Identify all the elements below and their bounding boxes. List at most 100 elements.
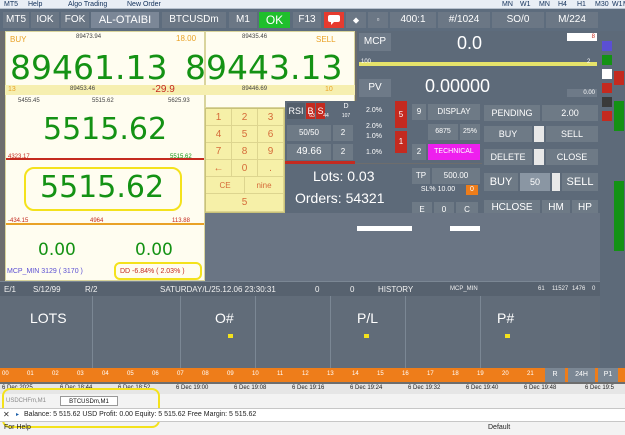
toolbar-item[interactable]: MN — [539, 0, 550, 9]
display-block: 9 DISPLAY 6875 25% 2 TECHNICAL — [410, 101, 482, 163]
hour-label: 20 — [502, 371, 509, 377]
color-swatch[interactable] — [602, 41, 612, 51]
key-0[interactable]: 0 — [232, 160, 258, 177]
white-bar-1 — [357, 226, 412, 231]
toolbar-item[interactable]: M30 — [595, 0, 609, 9]
key-7[interactable]: 7 — [206, 143, 232, 160]
delete-close-spacer — [534, 149, 544, 165]
24h-button[interactable]: 24H — [568, 368, 595, 382]
fok-button[interactable]: FOK — [61, 12, 89, 28]
sell-right-value: 10 — [325, 86, 333, 93]
symbol-selector[interactable]: BTCUSDm — [162, 12, 226, 28]
history-button[interactable]: HISTORY — [378, 282, 413, 297]
buy-sell-spacer — [534, 126, 544, 142]
key-4[interactable]: 4 — [206, 126, 232, 143]
value-49: 49.66 — [287, 144, 331, 160]
buy-button[interactable]: BUY — [484, 126, 532, 142]
toolbar-item[interactable]: W1 — [612, 0, 623, 9]
key-3[interactable]: 3 — [258, 109, 284, 126]
white-bar-2 — [450, 226, 480, 231]
toolbar-item[interactable]: MT5 — [4, 0, 18, 9]
sell-button-2[interactable]: SELL — [562, 173, 598, 191]
key-2[interactable]: 2 — [232, 109, 258, 126]
hour-label: 10 — [252, 371, 259, 377]
key-nine[interactable]: nine — [245, 177, 284, 194]
key-ce[interactable]: CE — [206, 177, 245, 194]
hour-label: 04 — [102, 371, 109, 377]
close-icon[interactable]: ✕ — [3, 410, 10, 419]
buy-lot-value[interactable]: 50 — [520, 173, 550, 191]
color-swatch[interactable] — [602, 97, 612, 107]
key-9[interactable]: 9 — [258, 143, 284, 160]
key-backspace[interactable]: ← — [206, 160, 232, 177]
color-swatch[interactable] — [614, 71, 624, 85]
key-8[interactable]: 8 — [232, 143, 258, 160]
sell-price[interactable]: 89443.13 — [185, 48, 342, 87]
stat-s1: 5455.45 — [18, 98, 40, 104]
fifty-fifty[interactable]: 50/50 — [287, 125, 331, 141]
message-icon[interactable] — [324, 12, 344, 28]
toolbar-item[interactable]: Help — [28, 0, 42, 9]
pct-red-1[interactable]: 1 — [395, 131, 407, 153]
technical-button[interactable]: TECHNICAL — [428, 144, 480, 160]
square-icon[interactable]: ▫ — [368, 12, 388, 28]
toolbar-item[interactable]: Algo Trading — [68, 0, 107, 9]
dd-label: DD -6.84% ( 2.03% ) — [120, 268, 185, 275]
display-button[interactable]: DISPLAY — [428, 104, 480, 120]
hour-label: 12 — [302, 371, 309, 377]
key-dot[interactable]: . — [258, 160, 284, 177]
delete-button[interactable]: DELETE — [484, 149, 532, 165]
toolbar-item[interactable]: W1 — [520, 0, 531, 9]
mt5-chip[interactable]: MT5 — [3, 12, 29, 28]
info-time: SATURDAY/L/25.12.06 23:30:31 — [160, 285, 276, 294]
color-swatch[interactable] — [602, 69, 612, 79]
toolbar-item[interactable]: New Order — [127, 0, 161, 9]
sell-button[interactable]: SELL — [546, 126, 598, 142]
mcp-v100: 100 — [361, 59, 372, 65]
ok-button[interactable]: OK — [259, 12, 290, 28]
p1-button[interactable]: P1 — [598, 368, 618, 382]
key-5[interactable]: 5 — [232, 126, 258, 143]
key-1[interactable]: 1 — [206, 109, 232, 126]
rsi-label: RSI — [287, 103, 305, 119]
r-button[interactable]: R — [545, 368, 565, 382]
pct-1: 2.0% — [366, 107, 382, 114]
color-swatch[interactable] — [602, 111, 612, 121]
hour-label: 02 — [52, 371, 59, 377]
percent-column: 2.0% 5 2.0% 1.0% 1 1.0% — [355, 101, 410, 163]
color-swatch[interactable] — [614, 101, 624, 131]
toolbar-item[interactable]: MN — [502, 0, 513, 9]
close-button[interactable]: CLOSE — [546, 149, 598, 165]
toolbar-item[interactable]: H1 — [577, 0, 586, 9]
color-swatch[interactable] — [602, 55, 612, 65]
equity-big-value: 5515.62 — [40, 170, 165, 205]
key-5-wide[interactable]: 5 — [206, 194, 284, 212]
buy-button-2[interactable]: BUY — [484, 173, 518, 191]
info-11527: 11527 — [552, 286, 569, 292]
buy-label: BUY — [10, 35, 27, 44]
pending-value[interactable]: 2.00 — [542, 105, 598, 121]
mcp-panel: MCP 0.0 8 100 2 PV 0.00000 0.00 — [357, 31, 600, 101]
hour-label: 13 — [327, 371, 334, 377]
timeframe-selector[interactable]: M1 — [229, 12, 257, 28]
pct-2: 2.0% — [366, 123, 382, 130]
color-swatch[interactable] — [614, 181, 624, 251]
pct-red-5[interactable]: 5 — [395, 101, 407, 128]
toolbar-item[interactable]: H4 — [558, 0, 567, 9]
profit-right-value: 0.00 — [135, 240, 173, 260]
iok-button[interactable]: IOK — [31, 12, 59, 28]
key-6[interactable]: 6 — [258, 126, 284, 143]
color-swatch[interactable] — [602, 83, 612, 93]
tp-value[interactable]: 500.00 — [432, 168, 480, 184]
app-toolbar: MT5 Help Algo Trading New Order MN W1 MN… — [0, 0, 625, 9]
grid-divider — [255, 296, 256, 368]
stat-s3: 5625.93 — [168, 98, 190, 104]
cursor-icon[interactable]: ⬥ — [346, 12, 366, 28]
sl-value[interactable]: SL% 10.00 — [412, 185, 464, 195]
value-6875: 6875 — [428, 124, 458, 140]
lot-spacer — [552, 173, 560, 191]
time-label: 6 Dec 19:5 — [585, 385, 615, 391]
buy-price[interactable]: 89461.13 — [10, 48, 167, 87]
f13-button[interactable]: F13 — [293, 12, 321, 28]
pending-button[interactable]: PENDING — [484, 105, 540, 121]
